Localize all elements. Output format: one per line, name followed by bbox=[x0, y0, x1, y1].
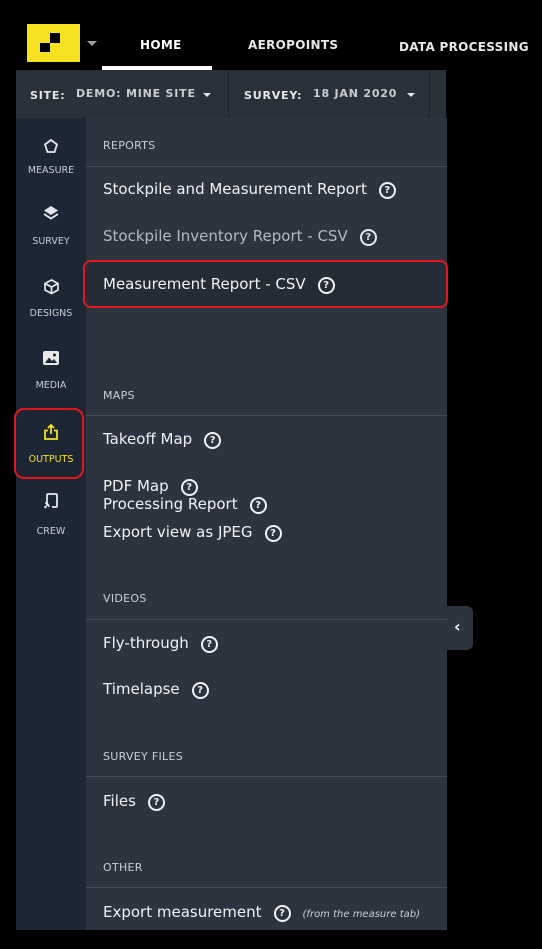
outputs-highlight-outline bbox=[14, 408, 84, 479]
nav-tab-aeropoints[interactable]: AEROPOINTS bbox=[248, 38, 338, 52]
item-label: PDF Map bbox=[103, 477, 169, 495]
layers-icon bbox=[16, 204, 86, 227]
measurement-report-csv-highlight: Measurement Report - CSV? bbox=[83, 260, 448, 308]
logo-mark-block bbox=[40, 43, 50, 52]
sidebar-item-label: SURVEY bbox=[32, 236, 70, 247]
section-heading-videos: VIDEOS bbox=[103, 592, 147, 605]
divider bbox=[86, 415, 447, 416]
item-label: Timelapse bbox=[103, 680, 180, 698]
export-measurement-link[interactable]: Export measurement? (from the measure tab… bbox=[103, 903, 420, 922]
divider bbox=[228, 70, 229, 118]
help-icon[interactable]: ? bbox=[147, 794, 165, 811]
site-survey-bar: SITE: DEMO: MINE SITE SURVEY: 18 JAN 202… bbox=[16, 70, 446, 118]
help-icon[interactable]: ? bbox=[204, 432, 222, 449]
image-icon bbox=[16, 350, 86, 371]
help-icon[interactable]: ? bbox=[264, 525, 282, 542]
section-heading-other: OTHER bbox=[103, 861, 143, 874]
help-icon[interactable]: ? bbox=[180, 479, 198, 496]
section-heading-reports: REPORTS bbox=[103, 139, 156, 152]
processing-report-link[interactable]: Processing Report? bbox=[103, 495, 267, 514]
help-icon[interactable]: ? bbox=[200, 636, 218, 653]
sidebar-item-label: DESIGNS bbox=[29, 308, 73, 319]
section-heading-maps: MAPS bbox=[103, 389, 135, 402]
sidebar-item-label: CREW bbox=[36, 526, 66, 537]
help-icon[interactable]: ? bbox=[359, 229, 377, 246]
export-view-as-jpeg-link[interactable]: Export view as JPEG? bbox=[103, 523, 282, 542]
item-label: Measurement Report - CSV bbox=[103, 275, 306, 293]
collapse-panel-button[interactable]: ‹ bbox=[447, 606, 473, 650]
logo-mark-block bbox=[50, 33, 60, 43]
outputs-panel: REPORTS Stockpile and Measurement Report… bbox=[86, 118, 447, 930]
stockpile-inventory-report-csv-link[interactable]: Stockpile Inventory Report - CSV? bbox=[103, 227, 377, 246]
pentagon-outline-icon bbox=[16, 138, 86, 159]
app-menu-chevron-down-icon[interactable] bbox=[87, 41, 97, 46]
cube-icon bbox=[16, 278, 86, 300]
item-label: Export measurement bbox=[103, 903, 262, 921]
item-label: Processing Report bbox=[103, 495, 238, 513]
item-label: Files bbox=[103, 792, 136, 810]
item-label: Stockpile and Measurement Report bbox=[103, 180, 367, 198]
divider bbox=[86, 166, 447, 167]
takeoff-map-link[interactable]: Takeoff Map? bbox=[103, 430, 222, 449]
sidebar-item-label: MEDIA bbox=[35, 380, 67, 391]
site-chevron-down-icon[interactable] bbox=[203, 93, 211, 97]
divider bbox=[429, 70, 430, 118]
divider bbox=[86, 619, 447, 620]
app-logo[interactable] bbox=[27, 24, 80, 62]
chevron-left-icon: ‹ bbox=[454, 617, 461, 636]
cast-icon bbox=[16, 492, 86, 515]
sidebar-item-label: MEASURE bbox=[27, 165, 75, 176]
site-selector[interactable]: DEMO: MINE SITE bbox=[76, 87, 196, 100]
divider bbox=[86, 887, 447, 888]
stockpile-and-measurement-report-link[interactable]: Stockpile and Measurement Report? bbox=[103, 180, 396, 199]
section-heading-survey-files: SURVEY FILES bbox=[103, 750, 183, 763]
survey-selector[interactable]: 18 JAN 2020 bbox=[313, 87, 397, 100]
measurement-report-csv-link[interactable]: Measurement Report - CSV? bbox=[103, 275, 335, 294]
help-icon[interactable]: ? bbox=[273, 905, 291, 922]
item-label: Stockpile Inventory Report - CSV bbox=[103, 227, 348, 245]
pdf-map-link[interactable]: PDF Map? bbox=[103, 477, 198, 496]
survey-chevron-down-icon[interactable] bbox=[407, 93, 415, 97]
help-icon[interactable]: ? bbox=[378, 182, 396, 199]
export-measurement-note: (from the measure tab) bbox=[302, 909, 421, 920]
item-label: Takeoff Map bbox=[103, 430, 193, 448]
top-navigation-bar: HOME AEROPOINTS DATA PROCESSING bbox=[0, 0, 542, 70]
help-icon[interactable]: ? bbox=[249, 497, 267, 514]
help-icon[interactable]: ? bbox=[191, 682, 209, 699]
fly-through-link[interactable]: Fly-through? bbox=[103, 634, 218, 653]
survey-label: SURVEY: bbox=[244, 89, 303, 102]
item-label: Fly-through bbox=[103, 634, 189, 652]
nav-tab-home[interactable]: HOME bbox=[140, 38, 182, 52]
divider bbox=[86, 776, 447, 777]
item-label: Export view as JPEG bbox=[103, 523, 253, 541]
timelapse-link[interactable]: Timelapse? bbox=[103, 680, 209, 699]
files-link[interactable]: Files? bbox=[103, 792, 165, 811]
nav-tab-data-processing[interactable]: DATA PROCESSING bbox=[399, 40, 529, 54]
left-sidebar: MEASURE SURVEY DESIGNS MEDIA OUTPUTS CRE… bbox=[16, 118, 86, 930]
help-icon[interactable]: ? bbox=[317, 277, 335, 294]
site-label: SITE: bbox=[30, 89, 66, 102]
